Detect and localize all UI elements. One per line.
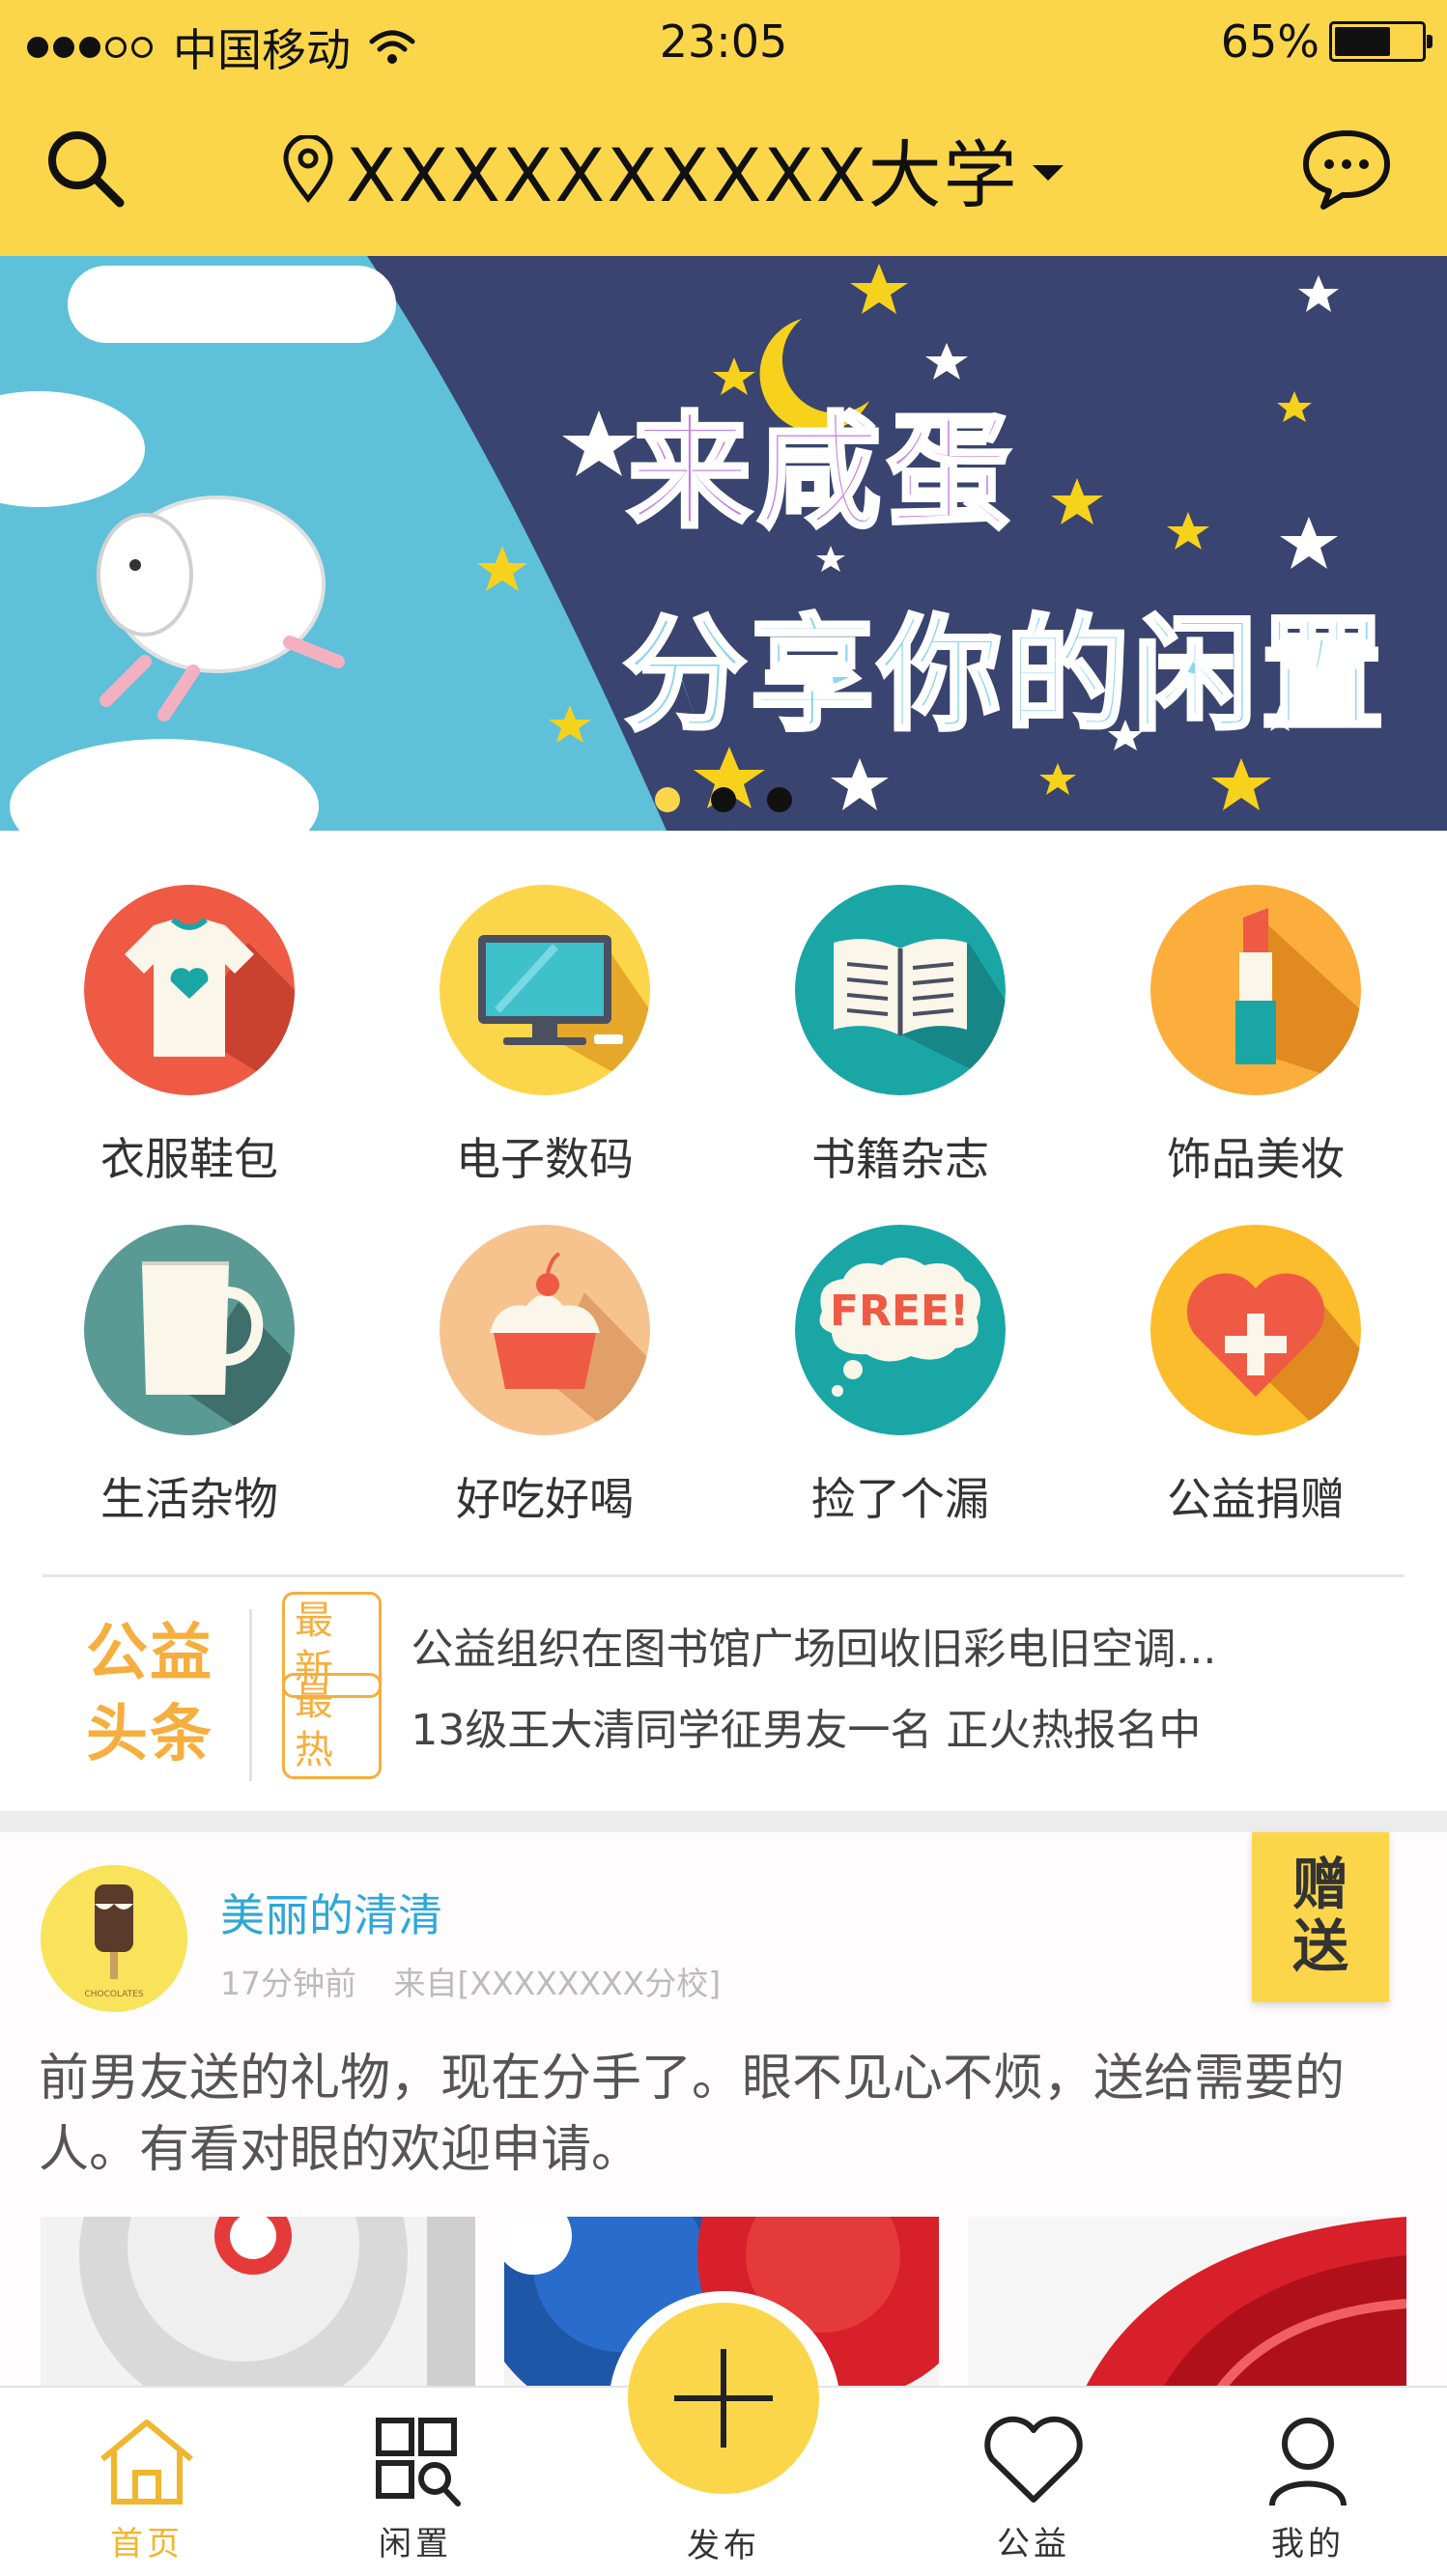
divider <box>43 1574 1404 1577</box>
free-icon: FREE! <box>795 1225 1006 1435</box>
computer-icon <box>440 885 650 1095</box>
cupcake-icon <box>440 1225 650 1435</box>
post-source: 来自[XXXXXXXX分校] <box>393 1965 722 2002</box>
headline-text: 公益组织在图书馆广场回收旧彩电旧空调... <box>411 1625 1217 1674</box>
avatar[interactable]: CHOCOLATES <box>41 1865 187 2012</box>
battery-percent: 65% <box>1220 15 1319 68</box>
category-label: 捡了个漏 <box>811 1473 989 1525</box>
category-grid: 衣服鞋包 电子数码 书籍杂志 饰品美妆 生活杂物 好吃好喝 FREE! 捡了个漏… <box>0 850 1447 1565</box>
book-icon <box>795 885 1006 1095</box>
tab-home[interactable]: 首页 <box>50 2415 243 2569</box>
tshirt-icon <box>84 885 295 1095</box>
post-time: 17分钟前 <box>220 1965 356 2002</box>
plus-icon <box>674 2349 773 2448</box>
promo-banner[interactable]: 来咸蛋 分享你的闲置 <box>0 256 1447 831</box>
tab-profile[interactable]: 我的 <box>1211 2415 1404 2569</box>
location-selector[interactable]: XXXXXXXXXX大学 <box>280 126 1064 218</box>
gift-badge: 赠送 <box>1252 1832 1389 2002</box>
tab-label: 闲置 <box>379 2525 452 2563</box>
category-electronics[interactable]: 电子数码 <box>390 885 699 1213</box>
category-clothing[interactable]: 衣服鞋包 <box>35 885 344 1213</box>
chevron-down-icon <box>1032 165 1064 181</box>
lipstick-icon <box>1150 885 1361 1095</box>
category-label: 公益捐赠 <box>1167 1473 1345 1525</box>
category-cosmetics[interactable]: 饰品美妆 <box>1101 885 1410 1213</box>
status-bar: 中国移动 23:05 65% <box>0 0 1447 87</box>
home-icon <box>100 2420 193 2505</box>
category-bargain[interactable]: FREE! 捡了个漏 <box>746 1225 1055 1553</box>
heart-icon <box>984 2416 1083 2503</box>
category-food[interactable]: 好吃好喝 <box>390 1225 699 1553</box>
headline-item[interactable]: 最新 公益组织在图书馆广场回收旧彩电旧空调... <box>282 1592 1447 1698</box>
category-books[interactable]: 书籍杂志 <box>746 885 1055 1213</box>
divider <box>249 1609 252 1781</box>
category-label: 好吃好喝 <box>456 1473 634 1525</box>
mug-icon <box>84 1225 295 1435</box>
header: 中国移动 23:05 65% XXXXXXXXXX大学 <box>0 0 1447 256</box>
charity-headlines: 公益头条 最新 公益组织在图书馆广场回收旧彩电旧空调... 最热 13级王大清同… <box>0 1584 1447 1811</box>
app-screen: 中国移动 23:05 65% XXXXXXXXXX大学 来咸蛋 分享你的闲置 衣… <box>0 0 1447 2576</box>
tab-charity[interactable]: 公益 <box>937 2415 1130 2569</box>
post-photo[interactable] <box>41 2217 475 2391</box>
post-username[interactable]: 美丽的清清 <box>220 1881 442 1944</box>
post-photo[interactable] <box>968 2217 1406 2391</box>
publish-button[interactable] <box>628 2303 819 2494</box>
tag-hottest: 最热 <box>282 1673 383 1779</box>
post-meta: 17分钟前 来自[XXXXXXXX分校] <box>220 1958 748 2004</box>
category-label: 饰品美妆 <box>1167 1133 1345 1185</box>
banner-title: 来咸蛋 <box>626 399 1017 547</box>
carousel-dot[interactable] <box>767 787 792 812</box>
post-content: 前男友送的礼物，现在分手了。眼不见心不烦，送给需要的人。有看对眼的欢迎申请。 <box>39 2050 1346 2179</box>
section-gap <box>0 1811 1447 1832</box>
carousel-dot[interactable] <box>711 787 736 812</box>
tab-label: 公益 <box>997 2525 1070 2563</box>
headlines-logo: 公益头条 <box>86 1618 213 1770</box>
message-icon[interactable] <box>1300 127 1393 211</box>
category-donation[interactable]: 公益捐赠 <box>1101 1225 1410 1553</box>
svg-text:FREE!: FREE! <box>830 1287 969 1336</box>
carousel-dots <box>655 787 823 812</box>
headline-text: 13级王大清同学征男友一名 正火热报名中 <box>411 1706 1202 1755</box>
location-label: XXXXXXXXXX大学 <box>346 132 1019 218</box>
tab-idle-items[interactable]: 闲置 <box>319 2415 512 2569</box>
tab-label: 我的 <box>1271 2525 1345 2563</box>
category-label: 电子数码 <box>456 1133 634 1185</box>
carousel-dot[interactable] <box>655 787 680 812</box>
category-label: 生活杂物 <box>100 1473 278 1525</box>
category-household[interactable]: 生活杂物 <box>35 1225 344 1553</box>
badge-text: 赠送 <box>1291 1852 1348 1979</box>
svg-text:CHOCOLATES: CHOCOLATES <box>84 1990 143 1999</box>
headline-item[interactable]: 最热 13级王大清同学征男友一名 正火热报名中 <box>282 1673 1447 1779</box>
nav-bar: XXXXXXXXXX大学 <box>0 106 1447 232</box>
banner-subtitle: 分享你的闲置 <box>621 602 1389 750</box>
battery-icon <box>1329 21 1433 62</box>
user-icon <box>1269 2418 1347 2506</box>
tab-label: 首页 <box>110 2525 184 2563</box>
category-label: 书籍杂志 <box>811 1133 989 1185</box>
category-label: 衣服鞋包 <box>100 1133 278 1185</box>
search-icon[interactable] <box>43 126 129 212</box>
grid-search-icon <box>376 2418 461 2506</box>
status-right: 65% <box>1220 15 1433 68</box>
heart-plus-icon <box>1150 1225 1361 1435</box>
location-pin-icon <box>283 135 333 203</box>
tab-label: 发布 <box>687 2527 760 2565</box>
